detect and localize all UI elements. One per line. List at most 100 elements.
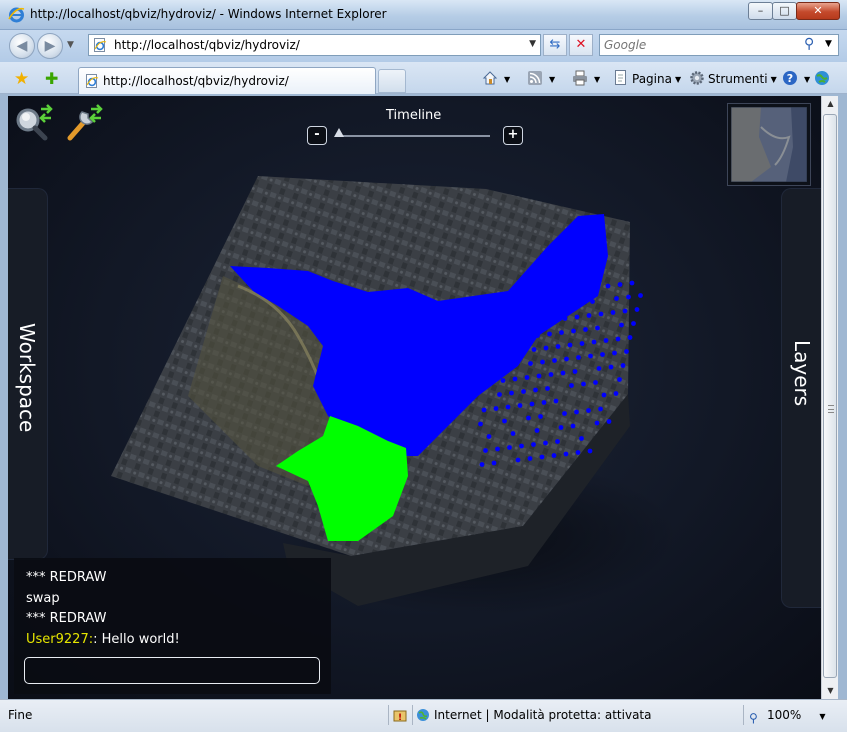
water-depth-marker [554,303,559,309]
water-depth-marker [560,370,566,376]
water-depth-marker [527,456,533,461]
minimize-button[interactable]: – [748,2,773,20]
water-depth-marker [572,369,578,374]
water-depth-marker [539,454,545,460]
security-zone[interactable]: Internet | Modalità protetta: attivata [416,708,651,722]
research-button[interactable] [814,70,833,86]
magnifier-toggle-icon[interactable] [14,104,54,142]
home-button[interactable]: ▼ [482,70,510,86]
water-depth-marker [483,448,488,453]
water-depth-marker [526,415,531,421]
close-button[interactable]: ✕ [796,2,840,20]
back-button[interactable]: ◀ [9,33,35,59]
timeline-label: Timeline [386,108,442,123]
water-depth-marker [486,434,492,439]
window-titlebar: http://localhost/qbviz/hydroviz/ - Windo… [0,0,847,30]
research-icon [815,71,829,85]
recent-pages-dropdown[interactable]: ▼ [67,40,74,50]
water-depth-marker [480,367,485,372]
water-depth-marker [531,347,537,352]
page-menu-button[interactable]: Pagina ▼ [613,70,681,86]
water-depth-marker [531,442,536,447]
maximize-button[interactable]: □ [772,2,797,20]
water-depth-marker [494,311,499,316]
water-depth-marker [606,419,612,424]
water-depth-marker [569,383,574,388]
timeline-plus-button[interactable]: + [503,126,523,145]
zoom-control[interactable]: ⚲ 100% ▼ [749,708,825,725]
timeline-slider-track[interactable] [338,135,490,137]
tools-menu-button[interactable]: Strumenti ▼ [689,70,777,86]
water-depth-marker [550,317,556,323]
water-depth-marker [612,350,617,356]
water-depth-marker [603,338,609,343]
help-button[interactable]: ? ▼ [782,70,810,86]
water-depth-marker [488,379,494,385]
refresh-icon: ⇆ [549,37,561,52]
navigation-bar: ◀ ▶ ▼ http://localhost/qbviz/hydroviz/ ▼… [0,30,847,62]
water-depth-marker [526,320,532,326]
new-tab-button[interactable] [378,69,406,93]
water-depth-marker [482,312,487,318]
water-depth-marker [518,308,523,313]
timeline-minus-button[interactable]: - [307,126,327,145]
search-options-dropdown[interactable]: ▼ [825,39,832,49]
address-field[interactable]: http://localhost/qbviz/hydroviz/ ▼ [88,34,541,56]
address-dropdown-icon[interactable]: ▼ [529,39,536,49]
workspace-panel-tab[interactable]: Workspace [8,188,48,560]
vertical-scrollbar[interactable]: ▲ ▼ [821,96,838,699]
page-icon [94,38,107,52]
home-icon [482,71,498,85]
water-depth-marker [555,344,561,349]
add-favorites-icon[interactable]: ✚ [45,69,58,88]
water-depth-marker [507,350,513,355]
timeline-slider-handle[interactable] [334,128,344,137]
security-warning-icon[interactable]: ! [393,708,411,722]
layers-panel-tab[interactable]: Layers [781,188,821,608]
water-depth-marker [631,321,636,326]
water-depth-marker [562,316,568,321]
stop-button[interactable]: ✕ [569,34,593,56]
water-depth-marker [535,333,540,338]
water-depth-marker [528,361,533,366]
water-depth-marker [540,359,545,365]
water-depth-marker [614,296,619,301]
water-depth-marker [552,358,557,363]
water-depth-marker [562,411,567,416]
water-depth-marker [574,409,579,415]
water-depth-marker [595,325,600,331]
chat-text: : Hello world! [93,631,180,647]
water-depth-marker [543,345,549,351]
stop-icon: ✕ [575,37,587,52]
scroll-up-button[interactable]: ▲ [822,96,839,112]
water-depth-marker [536,373,542,379]
scroll-down-button[interactable]: ▼ [822,683,839,699]
print-button[interactable]: ▼ [572,70,600,86]
water-depth-marker [605,283,611,289]
water-depth-marker [575,450,581,455]
chat-username: User9227: [26,631,94,647]
forward-button[interactable]: ▶ [37,33,63,59]
chat-message: User9227:: Hello world! [26,630,180,651]
overview-minimap[interactable] [727,103,811,186]
water-depth-marker [507,445,512,450]
hydroviz-viewport[interactable]: Timeline - + Workspace Layers *** REDRAW… [8,96,821,699]
chat-input[interactable] [24,657,320,684]
security-zone-label: Internet | Modalità protetta: attivata [434,708,652,722]
water-depth-marker [579,341,585,346]
search-input[interactable] [604,37,794,53]
water-depth-marker [583,327,588,332]
tab-current[interactable]: http://localhost/qbviz/hydroviz/ [78,67,376,94]
search-icon[interactable]: ⚲ [804,36,814,52]
scroll-thumb[interactable] [823,114,837,678]
refresh-button[interactable]: ⇆ [543,34,567,56]
back-icon: ◀ [16,38,28,54]
favorites-star-icon[interactable]: ★ [14,69,29,89]
water-depth-marker [608,364,614,370]
feeds-button[interactable]: ▼ [527,70,555,86]
wrench-toggle-icon[interactable] [64,104,104,142]
forward-icon: ▶ [44,38,56,54]
layers-label: Layers [790,340,814,407]
water-depth-marker [598,406,603,412]
water-depth-marker [593,380,598,385]
